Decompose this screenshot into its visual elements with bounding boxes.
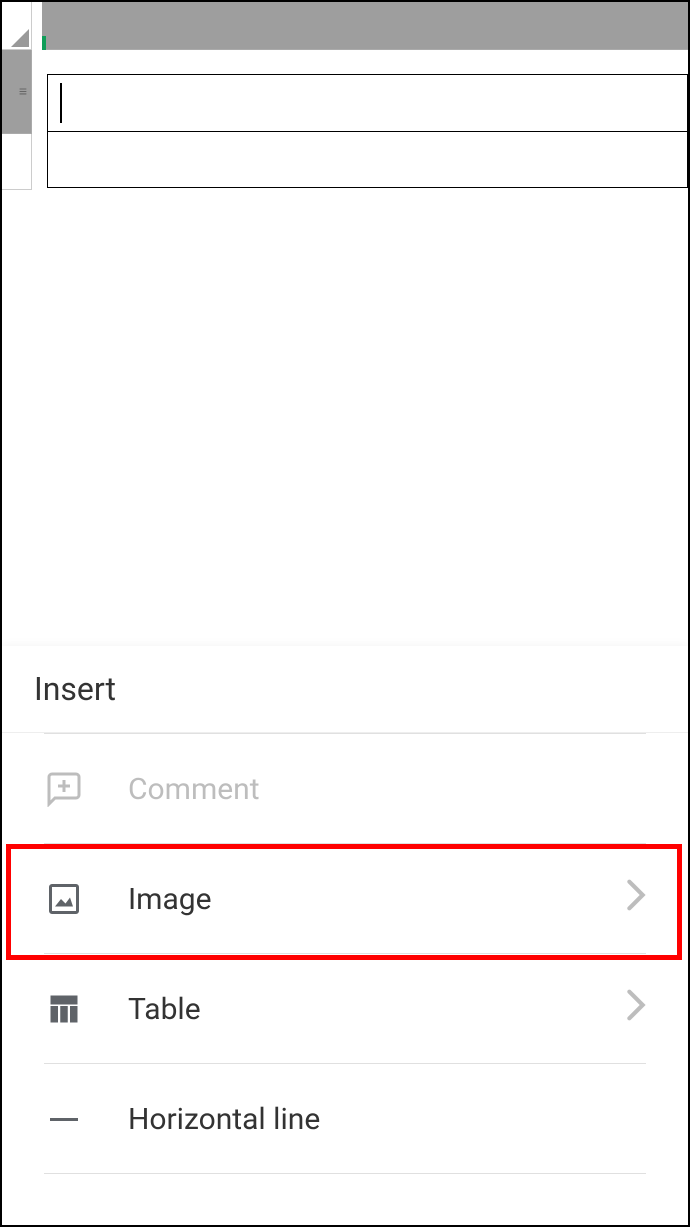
menu-label-image: Image: [128, 882, 626, 917]
insert-panel: Insert Comment Image: [2, 646, 688, 1225]
spreadsheet-area: ≡: [2, 2, 688, 650]
menu-item-table[interactable]: Table: [2, 954, 688, 1064]
corner-triangle-icon: [11, 29, 29, 47]
menu-label-table: Table: [128, 992, 626, 1027]
select-all-corner[interactable]: [2, 2, 32, 50]
cell-below[interactable]: [47, 132, 688, 188]
menu-label-horizontal-line: Horizontal line: [128, 1102, 646, 1137]
column-marker: [42, 36, 46, 50]
menu-item-comment: Comment: [2, 734, 688, 844]
comment-plus-icon: [44, 769, 84, 809]
image-icon: [44, 879, 84, 919]
row-header-selected[interactable]: ≡: [2, 50, 32, 134]
menu-label-comment: Comment: [128, 772, 646, 807]
chevron-right-icon: [626, 988, 646, 1031]
table-icon: [44, 989, 84, 1029]
text-cursor: [60, 83, 62, 123]
menu-item-image[interactable]: Image: [2, 844, 688, 954]
row-header-2[interactable]: [2, 134, 32, 190]
column-header-selected[interactable]: [42, 2, 688, 50]
row-drag-icon: ≡: [19, 85, 27, 99]
chevron-right-icon: [626, 878, 646, 921]
insert-menu-list: Comment Image: [2, 733, 688, 1174]
active-cell[interactable]: [47, 74, 688, 132]
insert-panel-header: Insert: [2, 646, 688, 733]
insert-panel-title: Insert: [34, 670, 656, 708]
menu-item-horizontal-line[interactable]: Horizontal line: [2, 1064, 688, 1174]
horizontal-line-icon: [44, 1099, 84, 1139]
